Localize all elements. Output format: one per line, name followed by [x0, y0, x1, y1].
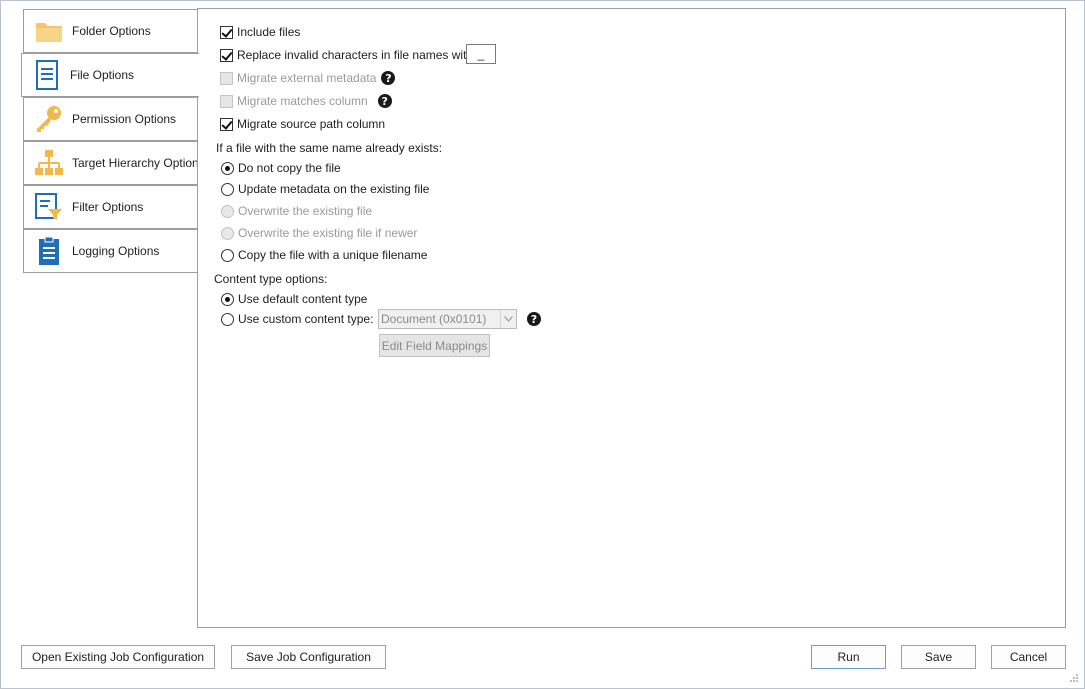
open-existing-config-button[interactable]: Open Existing Job Configuration	[21, 645, 215, 669]
radio-label: Do not copy the file	[238, 161, 341, 175]
radio-label: Overwrite the existing file if newer	[238, 226, 418, 240]
tab-label: Filter Options	[72, 200, 144, 214]
content-type-heading: Content type options:	[214, 272, 328, 286]
radio-button[interactable]	[221, 312, 234, 326]
radio-button[interactable]	[221, 226, 234, 240]
radio-label: Update metadata on the existing file	[238, 182, 430, 196]
hierarchy-icon	[34, 148, 64, 178]
content-type-select[interactable]: Document (0x0101)	[378, 309, 517, 329]
file-icon	[32, 60, 62, 90]
save-button[interactable]: Save	[901, 645, 976, 669]
radio-button[interactable]	[221, 248, 234, 262]
chevron-down-icon[interactable]	[500, 310, 516, 328]
radio-default-content-type[interactable]: Use default content type	[221, 292, 367, 306]
radio-button[interactable]	[221, 182, 234, 196]
save-job-config-button[interactable]: Save Job Configuration	[231, 645, 386, 669]
tab-label: File Options	[70, 68, 135, 82]
tab-label: Target Hierarchy Options	[72, 156, 205, 170]
migrate-external-metadata-label: Migrate external metadata	[237, 71, 377, 85]
migrate-source-path-option[interactable]: Migrate source path column	[220, 117, 385, 131]
active-tab-joint	[197, 54, 200, 96]
migrate-external-metadata-checkbox[interactable]	[220, 71, 233, 85]
replace-invalid-checkbox[interactable]	[220, 48, 233, 62]
tab-label: Permission Options	[72, 112, 177, 126]
tab-logging-options[interactable]: Logging Options	[23, 229, 198, 273]
include-files-option[interactable]: Include files	[220, 25, 300, 39]
edit-field-mappings-button[interactable]: Edit Field Mappings	[379, 334, 490, 357]
help-icon[interactable]: ?	[381, 71, 396, 85]
replace-invalid-option[interactable]: Replace invalid characters in file names…	[220, 48, 476, 62]
radio-label: Use default content type	[238, 292, 368, 306]
migrate-matches-column-label: Migrate matches column	[237, 94, 368, 108]
replacement-char-input[interactable]: _	[466, 44, 496, 64]
radio-button[interactable]	[221, 204, 234, 218]
tab-label: Folder Options	[72, 24, 151, 38]
filter-icon	[34, 192, 64, 222]
help-icon[interactable]: ?	[527, 312, 541, 326]
migrate-source-path-label: Migrate source path column	[237, 117, 386, 131]
radio-button[interactable]	[221, 161, 234, 175]
folder-icon	[34, 16, 64, 46]
radio-button[interactable]	[221, 292, 234, 306]
tab-folder-options[interactable]: Folder Options	[23, 9, 198, 53]
radio-label: Copy the file with a unique filename	[238, 248, 428, 262]
migrate-external-metadata-option[interactable]: Migrate external metadata ?	[220, 71, 396, 85]
resize-grip-icon[interactable]	[1069, 673, 1079, 683]
run-button[interactable]: Run	[811, 645, 886, 669]
clipboard-icon	[34, 236, 64, 266]
radio-overwrite-if-newer[interactable]: Overwrite the existing file if newer	[221, 226, 417, 240]
radio-label: Use custom content type:	[238, 312, 374, 326]
help-icon[interactable]: ?	[377, 94, 392, 108]
migrate-source-path-checkbox[interactable]	[220, 117, 233, 131]
radio-do-not-copy[interactable]: Do not copy the file	[221, 161, 341, 175]
include-files-label: Include files	[237, 25, 301, 39]
key-icon	[34, 104, 64, 134]
tab-target-hierarchy-options[interactable]: Target Hierarchy Options	[23, 141, 205, 185]
tab-permission-options[interactable]: Permission Options	[23, 97, 198, 141]
include-files-checkbox[interactable]	[220, 25, 233, 39]
tab-filter-options[interactable]: Filter Options	[23, 185, 198, 229]
radio-label: Overwrite the existing file	[238, 204, 373, 218]
tab-file-options[interactable]: File Options	[21, 53, 199, 97]
radio-overwrite[interactable]: Overwrite the existing file	[221, 204, 372, 218]
replace-invalid-label: Replace invalid characters in file names…	[237, 48, 477, 62]
content-type-value: Document (0x0101)	[381, 312, 487, 326]
radio-update-metadata[interactable]: Update metadata on the existing file	[221, 182, 429, 196]
existing-file-heading: If a file with the same name already exi…	[216, 141, 443, 155]
radio-custom-content-type[interactable]: Use custom content type:	[221, 312, 373, 326]
radio-copy-unique[interactable]: Copy the file with a unique filename	[221, 248, 427, 262]
tab-label: Logging Options	[72, 244, 160, 258]
cancel-button[interactable]: Cancel	[991, 645, 1066, 669]
migrate-matches-column-option[interactable]: Migrate matches column ?	[220, 94, 392, 108]
migrate-matches-column-checkbox[interactable]	[220, 94, 233, 108]
